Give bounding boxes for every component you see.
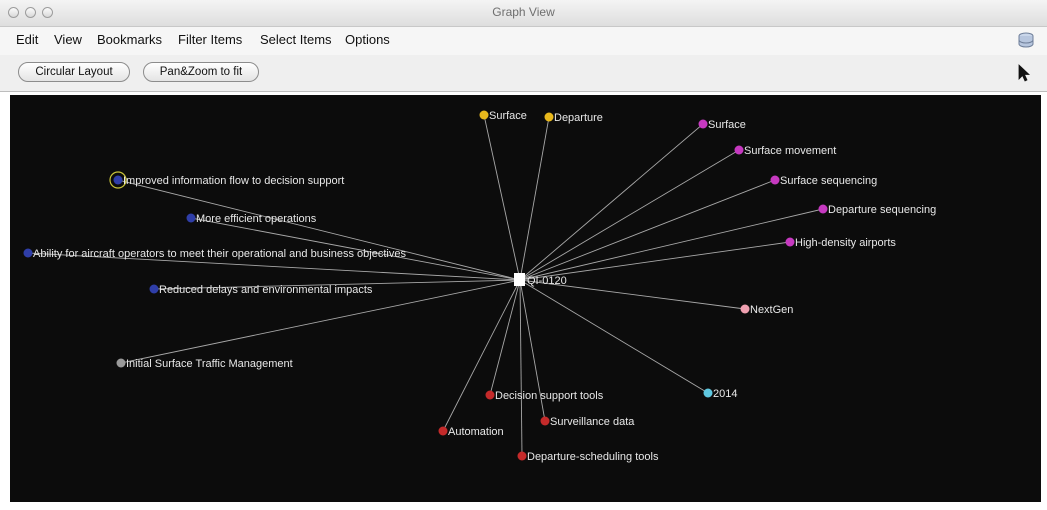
node-dot[interactable] <box>438 426 448 436</box>
graph-node[interactable]: More efficient operations <box>186 213 317 225</box>
graph-edge <box>519 279 523 457</box>
node-label: Initial Surface Traffic Management <box>126 358 293 370</box>
graph-node[interactable]: Departure sequencing <box>818 204 937 216</box>
graph-node[interactable]: Surveillance data <box>540 416 636 428</box>
node-dot[interactable] <box>785 237 795 247</box>
node-label: Surface <box>489 110 527 122</box>
node-dot[interactable] <box>186 213 196 223</box>
graph-node[interactable]: Decision support tools <box>485 390 604 402</box>
graph-node[interactable]: NextGen <box>740 304 794 316</box>
pan-zoom-to-fit-button[interactable]: Pan&Zoom to fit <box>143 62 259 82</box>
window-title: Graph View <box>492 5 555 19</box>
graph-node[interactable]: Departure-scheduling tools <box>517 451 659 463</box>
graph-node[interactable]: Surface movement <box>734 145 837 157</box>
graph-node[interactable]: Departure <box>544 112 603 124</box>
menu-select-items[interactable]: Select Items <box>260 32 332 47</box>
center-node[interactable]: QI-0120 <box>514 273 567 287</box>
graph-node[interactable]: Ability for aircraft operators to meet t… <box>23 248 407 260</box>
menu-bar: Edit View Bookmarks Filter Items Select … <box>0 27 1047 55</box>
node-dot[interactable] <box>149 284 159 294</box>
node-label: Surface sequencing <box>780 175 877 187</box>
graph-edge <box>519 149 740 281</box>
graph-node[interactable]: Surface <box>479 110 527 122</box>
node-label: Ability for aircraft operators to meet t… <box>33 248 406 260</box>
node-label: 2014 <box>713 388 737 400</box>
graph-edge <box>519 123 704 281</box>
center-node-label: QI-0120 <box>527 275 567 287</box>
node-label: Departure <box>554 112 603 124</box>
graph-node[interactable]: High-density airports <box>785 237 897 249</box>
graph-node[interactable]: Initial Surface Traffic Management <box>116 358 293 370</box>
node-label: Decision support tools <box>495 390 604 402</box>
node-dot[interactable] <box>734 145 744 155</box>
node-label: Surface <box>708 119 746 131</box>
menu-edit[interactable]: Edit <box>16 32 38 47</box>
graph-edge <box>519 116 550 281</box>
node-dot[interactable] <box>485 390 495 400</box>
node-label: Reduced delays and environmental impacts <box>159 284 373 296</box>
node-dot[interactable] <box>740 304 750 314</box>
menu-options[interactable]: Options <box>345 32 390 47</box>
node-dot[interactable] <box>113 175 123 185</box>
graph-node[interactable]: Surface sequencing <box>770 175 878 187</box>
node-dot[interactable] <box>540 416 550 426</box>
graph-edge <box>519 279 709 394</box>
node-label: NextGen <box>750 304 793 316</box>
graph-view[interactable]: Surface Departure Surface Surface movement S… <box>10 95 1041 502</box>
toolbar: Circular Layout Pan&Zoom to fit <box>0 55 1047 92</box>
menu-bookmarks[interactable]: Bookmarks <box>97 32 162 47</box>
graph-edge <box>483 114 521 281</box>
graph-edge <box>117 179 521 281</box>
graph-node[interactable]: 2014 <box>703 388 738 400</box>
node-label: Surveillance data <box>550 416 635 428</box>
graph-node[interactable]: Automation <box>438 426 504 438</box>
graph-canvas[interactable]: Surface Departure Surface Surface movement S… <box>10 95 1041 502</box>
node-label: Improved information flow to decision su… <box>123 175 344 187</box>
node-label: Automation <box>448 426 504 438</box>
node-dot[interactable] <box>544 112 554 122</box>
graph-node[interactable]: Reduced delays and environmental impacts <box>149 284 373 296</box>
node-label: Surface movement <box>744 145 836 157</box>
database-icon[interactable] <box>1017 32 1035 48</box>
node-dot[interactable] <box>770 175 780 185</box>
circular-layout-button[interactable]: Circular Layout <box>18 62 130 82</box>
menu-view[interactable]: View <box>54 32 82 47</box>
node-label: More efficient operations <box>196 213 317 225</box>
node-dot[interactable] <box>698 119 708 129</box>
graph-edge <box>489 279 521 396</box>
graph-edge <box>519 179 776 281</box>
title-bar: Graph View <box>0 0 1047 27</box>
node-dot[interactable] <box>479 110 489 120</box>
node-label: Departure-scheduling tools <box>527 451 659 463</box>
graph-node[interactable]: Improved information flow to decision su… <box>109 171 344 189</box>
center-node-box[interactable] <box>514 273 525 286</box>
graph-node[interactable]: Surface <box>698 119 746 131</box>
node-dot[interactable] <box>116 358 126 368</box>
graph-edge <box>519 208 824 281</box>
node-dot[interactable] <box>818 204 828 214</box>
node-dot[interactable] <box>703 388 713 398</box>
menu-filter-items[interactable]: Filter Items <box>178 32 242 47</box>
node-dot[interactable] <box>23 248 33 258</box>
select-pointer-icon[interactable] <box>1017 64 1031 82</box>
node-dot[interactable] <box>517 451 527 461</box>
node-label: Departure sequencing <box>828 204 936 216</box>
node-label: High-density airports <box>795 237 896 249</box>
graph-edge <box>442 279 521 432</box>
